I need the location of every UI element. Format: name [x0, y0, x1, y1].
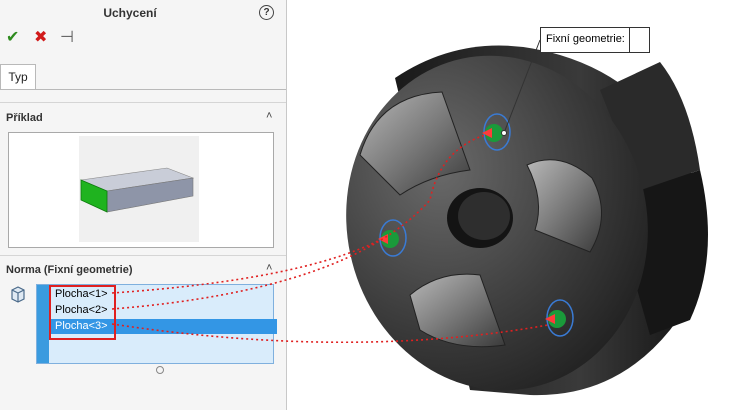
fixture-callout[interactable]: Fixní geometrie: [540, 27, 650, 53]
graphics-viewport[interactable] [0, 0, 750, 410]
callout-anchor [501, 130, 507, 136]
callout-label: Fixní geometrie: [546, 33, 625, 45]
part-body [346, 45, 708, 396]
callout-divider [629, 28, 630, 52]
